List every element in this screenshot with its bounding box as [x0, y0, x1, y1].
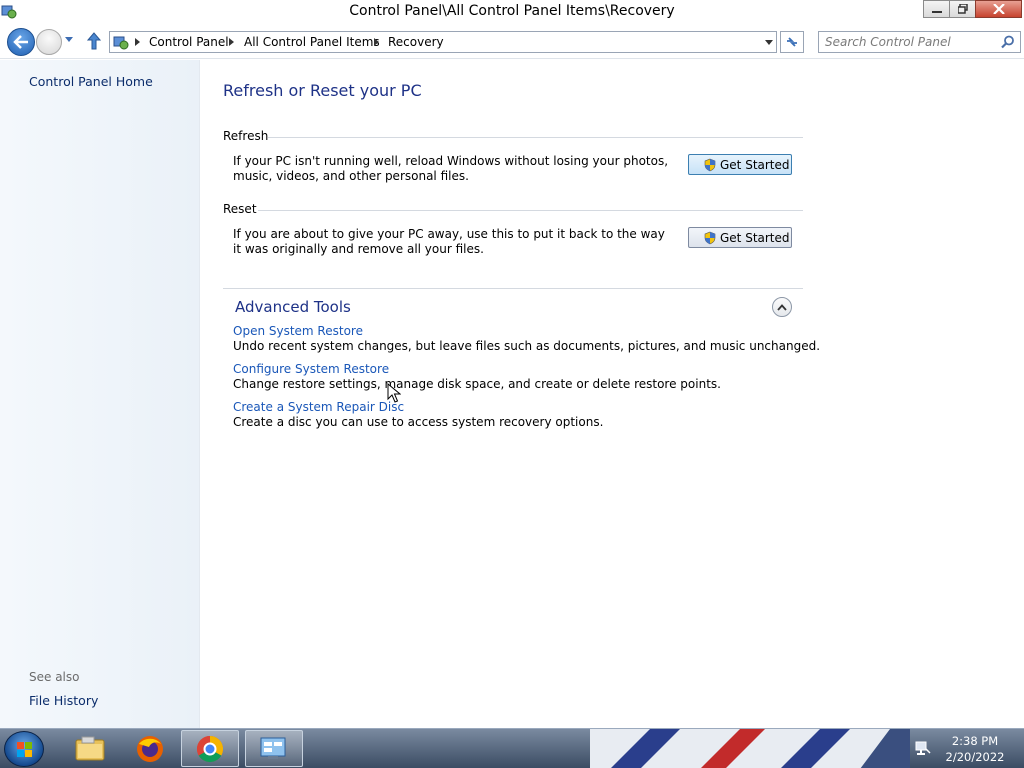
window-title: Control Panel\All Control Panel Items\Re…: [349, 3, 675, 19]
close-button[interactable]: [975, 0, 1022, 18]
restore-button[interactable]: [949, 0, 976, 18]
refresh-section-label: Refresh: [223, 129, 269, 143]
chrome-icon: [196, 735, 224, 762]
refresh-get-started-button[interactable]: Get Started: [688, 154, 792, 175]
back-button[interactable]: [7, 28, 35, 56]
reset-get-started-label: Get Started: [720, 230, 790, 245]
file-history-link[interactable]: File History: [29, 693, 98, 708]
chevron-right-icon[interactable]: [135, 38, 140, 46]
uac-shield-icon: [704, 231, 716, 244]
search-icon[interactable]: [1001, 35, 1015, 49]
advanced-tools-heading: Advanced Tools: [235, 298, 351, 316]
firefox-icon: [137, 735, 163, 762]
collapse-advanced-tools-button[interactable]: [772, 297, 792, 317]
main-content: Refresh or Reset your PC Refresh If your…: [201, 60, 1024, 728]
clock-date: 2/20/2022: [945, 750, 1005, 764]
restore-icon: [957, 4, 968, 14]
up-arrow-icon[interactable]: [86, 32, 102, 50]
control-panel-icon: [260, 737, 286, 759]
configure-system-restore-description: Change restore settings, manage disk spa…: [233, 377, 721, 391]
wallpaper-graphic: [590, 729, 910, 768]
address-bar[interactable]: Control Panel All Control Panel Items Re…: [109, 31, 777, 53]
search-input[interactable]: [825, 34, 1000, 50]
see-also-label: See also: [29, 670, 80, 684]
arrow-left-icon: [13, 35, 28, 49]
navigation-bar: Control Panel All Control Panel Items Re…: [0, 26, 1024, 59]
start-button[interactable]: [4, 731, 44, 767]
reset-section-label: Reset: [223, 202, 257, 216]
breadcrumb-control-panel[interactable]: Control Panel: [149, 35, 229, 49]
open-system-restore-link[interactable]: Open System Restore: [233, 324, 363, 338]
refresh-get-started-label: Get Started: [720, 157, 790, 172]
taskbar: 2:38 PM 2/20/2022: [0, 728, 1024, 768]
reset-get-started-button[interactable]: Get Started: [688, 227, 792, 248]
control-panel-home-link[interactable]: Control Panel Home: [29, 74, 153, 89]
taskbar-firefox[interactable]: [121, 730, 179, 767]
windows-logo-icon: [17, 742, 32, 757]
minimize-icon: [931, 11, 942, 13]
divider: [258, 210, 803, 211]
taskbar-file-explorer[interactable]: [61, 730, 119, 767]
control-panel-icon: [113, 36, 129, 50]
refresh-icon: [787, 37, 797, 47]
configure-system-restore-link[interactable]: Configure System Restore: [233, 362, 389, 376]
folder-icon: [75, 736, 105, 760]
address-dropdown-icon[interactable]: [765, 40, 773, 45]
chevron-right-icon[interactable]: [229, 38, 234, 46]
reset-description: If you are about to give your PC away, u…: [233, 227, 665, 256]
refresh-button[interactable]: [780, 31, 804, 53]
divider: [223, 288, 803, 289]
chevron-up-icon: [777, 303, 787, 311]
left-navigation-pane: Control Panel Home See also File History: [0, 60, 200, 728]
uac-shield-icon: [704, 158, 716, 171]
title-bar: Control Panel\All Control Panel Items\Re…: [0, 0, 1024, 26]
refresh-description: If your PC isn't running well, reload Wi…: [233, 154, 669, 183]
network-icon[interactable]: [914, 739, 932, 757]
taskbar-chrome[interactable]: [181, 730, 239, 767]
divider: [268, 137, 803, 138]
recent-pages-dropdown[interactable]: [64, 36, 74, 44]
close-icon: [992, 4, 1005, 14]
minimize-button[interactable]: [923, 0, 950, 18]
clock-time: 2:38 PM: [951, 734, 999, 748]
chevron-right-icon[interactable]: [374, 38, 379, 46]
create-repair-disc-description: Create a disc you can use to access syst…: [233, 415, 604, 429]
create-repair-disc-link[interactable]: Create a System Repair Disc: [233, 400, 404, 414]
forward-button[interactable]: [36, 29, 62, 55]
breadcrumb-all-items[interactable]: All Control Panel Items: [244, 35, 380, 49]
open-system-restore-description: Undo recent system changes, but leave fi…: [233, 339, 821, 353]
search-box[interactable]: [818, 31, 1021, 53]
mouse-cursor-icon: [387, 383, 401, 403]
page-title: Refresh or Reset your PC: [223, 81, 422, 100]
system-clock[interactable]: 2:38 PM 2/20/2022: [940, 733, 1010, 765]
taskbar-control-panel[interactable]: [245, 730, 303, 767]
breadcrumb-recovery[interactable]: Recovery: [388, 35, 444, 49]
